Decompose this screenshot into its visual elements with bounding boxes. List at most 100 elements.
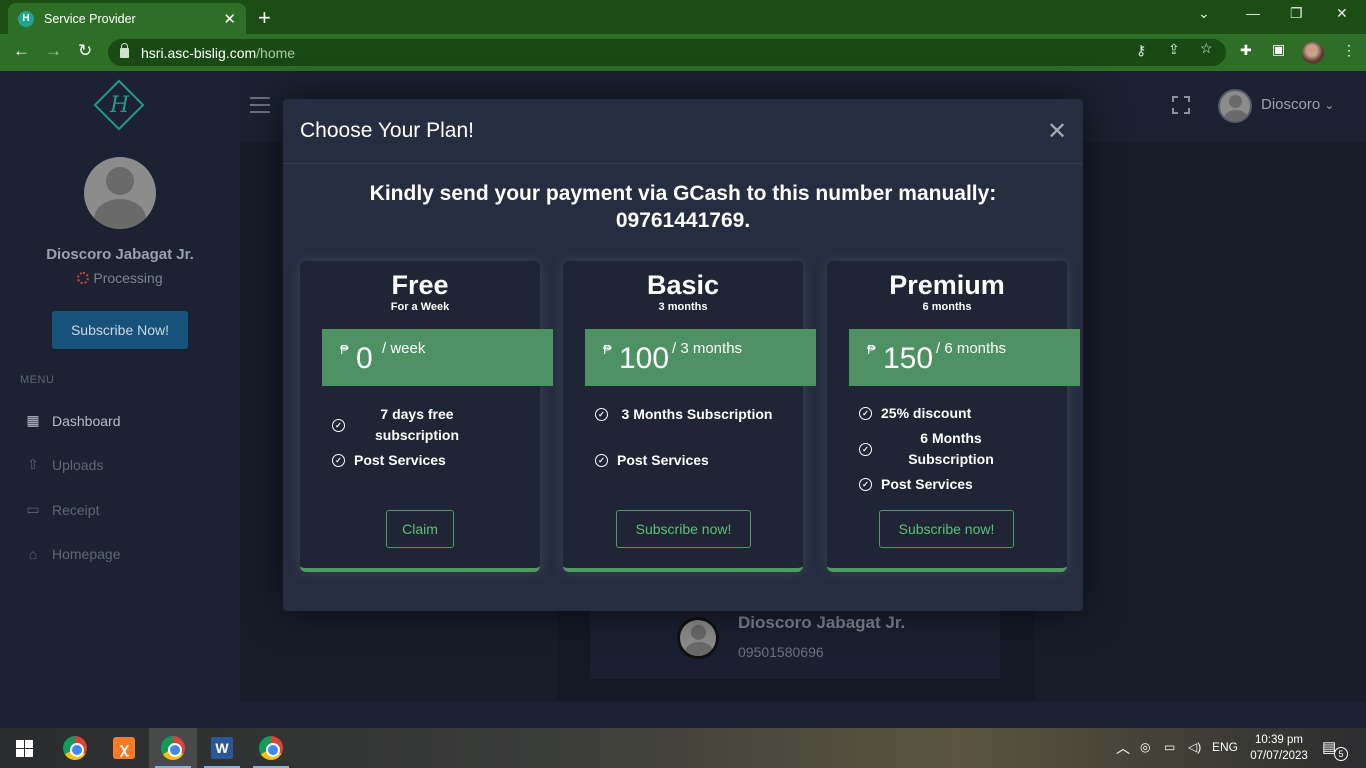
taskbar-chrome[interactable]	[51, 728, 99, 768]
plan-name: Free	[391, 270, 449, 300]
plan-feature: ✓ Post Services	[332, 450, 446, 471]
claim-button[interactable]: Claim	[386, 510, 454, 548]
topbar-user-menu[interactable]: Dioscoro ⌄	[1261, 96, 1334, 113]
feature-text: 3 Months Subscription	[621, 406, 773, 422]
clock-date: 07/07/2023	[1250, 750, 1308, 762]
hamburger-menu-icon[interactable]	[250, 97, 270, 118]
sidebar-item-uploads[interactable]: ⇧ Uploads	[24, 456, 103, 473]
feature-text: 7 days free subscription	[374, 406, 459, 443]
sidebar-item-dashboard[interactable]: ▦ Dashboard	[24, 412, 120, 429]
extensions-icon[interactable]: ✚	[1240, 42, 1252, 59]
currency-symbol: ₱	[340, 342, 349, 357]
plan-price: ₱ 0 / week	[322, 329, 553, 386]
windows-icon	[15, 739, 33, 757]
chevron-down-icon: ⌄	[1324, 98, 1335, 112]
share-icon[interactable]: ⇪	[1168, 41, 1180, 58]
tab-title: Service Provider	[44, 11, 136, 26]
plan-card-premium: Premium 6 months ₱ 150 / 6 months ✓ 25% …	[827, 261, 1080, 572]
plan-price: ₱ 150 / 6 months	[849, 329, 1080, 386]
feature-text: Post Services	[354, 452, 446, 468]
chevron-up-icon[interactable]: ︿	[1116, 738, 1130, 758]
home-icon: ⌂	[28, 546, 38, 562]
url-host: hsri.asc-bislig.com	[141, 44, 257, 61]
plan-feature: ✓ 25% discount	[859, 403, 971, 424]
back-icon[interactable]: ←	[13, 41, 30, 61]
new-tab-icon[interactable]: +	[258, 5, 271, 31]
receipt-icon: ▭	[26, 501, 40, 517]
key-icon[interactable]: ⚷	[1136, 42, 1146, 59]
language-indicator[interactable]: ENG	[1212, 740, 1238, 754]
check-circle-icon: ✓	[332, 418, 345, 432]
xampp-icon: ꭓ	[113, 737, 135, 759]
sidebar-avatar	[84, 157, 156, 229]
bookmark-star-icon[interactable]: ☆	[1200, 40, 1213, 57]
check-circle-icon: ✓	[859, 407, 872, 420]
network-icon[interactable]: ▭	[1164, 740, 1175, 754]
plan-feature: ✓ 7 days free subscription	[332, 404, 480, 446]
restore-icon[interactable]: ❐	[1290, 5, 1303, 22]
notification-badge: 5	[1334, 747, 1348, 761]
sidebar-item-homepage[interactable]: ⌂ Homepage	[24, 546, 121, 562]
subscribe-premium-button[interactable]: Subscribe now!	[879, 510, 1014, 548]
modal-header: Choose Your Plan! ✕	[283, 99, 1083, 164]
minimize-icon[interactable]: —	[1246, 5, 1260, 21]
topbar-user-name: Dioscoro	[1261, 96, 1321, 113]
profile-card-avatar	[677, 617, 719, 659]
chrome-icon	[63, 736, 87, 760]
topbar-avatar[interactable]	[1218, 89, 1252, 123]
payment-message: Kindly send your payment via GCash to th…	[369, 182, 997, 205]
check-circle-icon: ✓	[859, 478, 872, 491]
plan-name: Premium	[889, 270, 1005, 300]
sidebar-item-label: Receipt	[52, 501, 100, 518]
subscribe-basic-button[interactable]: Subscribe now!	[616, 510, 751, 548]
lock-icon	[120, 42, 129, 58]
forward-icon[interactable]: →	[45, 41, 62, 61]
tab-close-icon[interactable]: ✕	[223, 10, 236, 28]
meet-now-icon[interactable]: ◎	[1140, 740, 1150, 754]
system-clock[interactable]: 10:39 pm 07/07/2023	[1248, 732, 1310, 764]
currency-symbol: ₱	[603, 342, 612, 357]
profile-card-name: Dioscoro Jabagat Jr.	[738, 613, 906, 632]
taskbar-chrome-active[interactable]	[149, 728, 197, 768]
close-icon[interactable]: ✕	[1047, 117, 1067, 146]
plan-feature: ✓ Post Services	[859, 474, 973, 495]
dashboard-icon: ▦	[26, 412, 40, 428]
feature-text: 6 Months Subscription	[908, 430, 994, 467]
side-panel-icon[interactable]: ▣	[1272, 41, 1285, 58]
gcash-number: 09761441769.	[615, 209, 751, 232]
word-icon: W	[211, 737, 233, 759]
browser-tab-bar: H Service Provider ✕ + ⌄ — ❐ ✕	[0, 0, 1366, 34]
plan-name: Basic	[646, 270, 720, 300]
profile-card-phone: 09501580696	[738, 644, 824, 660]
reload-icon[interactable]: ↻	[78, 41, 92, 61]
browser-menu-icon[interactable]: ⋮	[1342, 42, 1356, 59]
feature-text: Post Services	[617, 452, 709, 468]
tab-search-icon[interactable]: ⌄	[1198, 5, 1210, 22]
plan-feature: ✓ Post Services	[595, 450, 709, 471]
window-close-icon[interactable]: ✕	[1336, 5, 1348, 22]
menu-label: MENU	[20, 374, 55, 386]
logo-letter: H	[110, 93, 130, 118]
sidebar-item-receipt[interactable]: ▭ Receipt	[24, 501, 99, 518]
price-period: / 3 months	[672, 340, 743, 357]
price-period: / week	[382, 340, 426, 357]
browser-profile-avatar[interactable]	[1302, 42, 1324, 64]
plan-card-basic: Basic 3 months ₱ 100 / 3 months ✓ 3 Mont…	[563, 261, 816, 572]
address-bar[interactable]: hsri.asc-bislig.com /home	[108, 39, 1226, 66]
browser-tab[interactable]: H Service Provider ✕	[8, 3, 246, 34]
chrome-icon	[259, 736, 283, 760]
site-favicon-icon: H	[18, 10, 34, 27]
currency-symbol: ₱	[867, 342, 876, 357]
sidebar-item-label: Homepage	[52, 546, 121, 562]
taskbar-xampp[interactable]: ꭓ	[100, 728, 148, 768]
sidebar-user-name: Dioscoro Jabagat Jr.	[46, 246, 194, 263]
fullscreen-icon[interactable]	[1172, 96, 1190, 114]
taskbar-chrome-2[interactable]	[247, 728, 295, 768]
start-button[interactable]	[0, 728, 48, 768]
sidebar-status: Processing	[0, 270, 240, 286]
taskbar-word[interactable]: W	[198, 728, 246, 768]
check-circle-icon: ✓	[595, 454, 608, 467]
volume-icon[interactable]: ◁)	[1188, 740, 1201, 754]
sidebar-subscribe-button[interactable]: Subscribe Now!	[52, 311, 188, 349]
price-period: / 6 months	[936, 340, 1007, 357]
